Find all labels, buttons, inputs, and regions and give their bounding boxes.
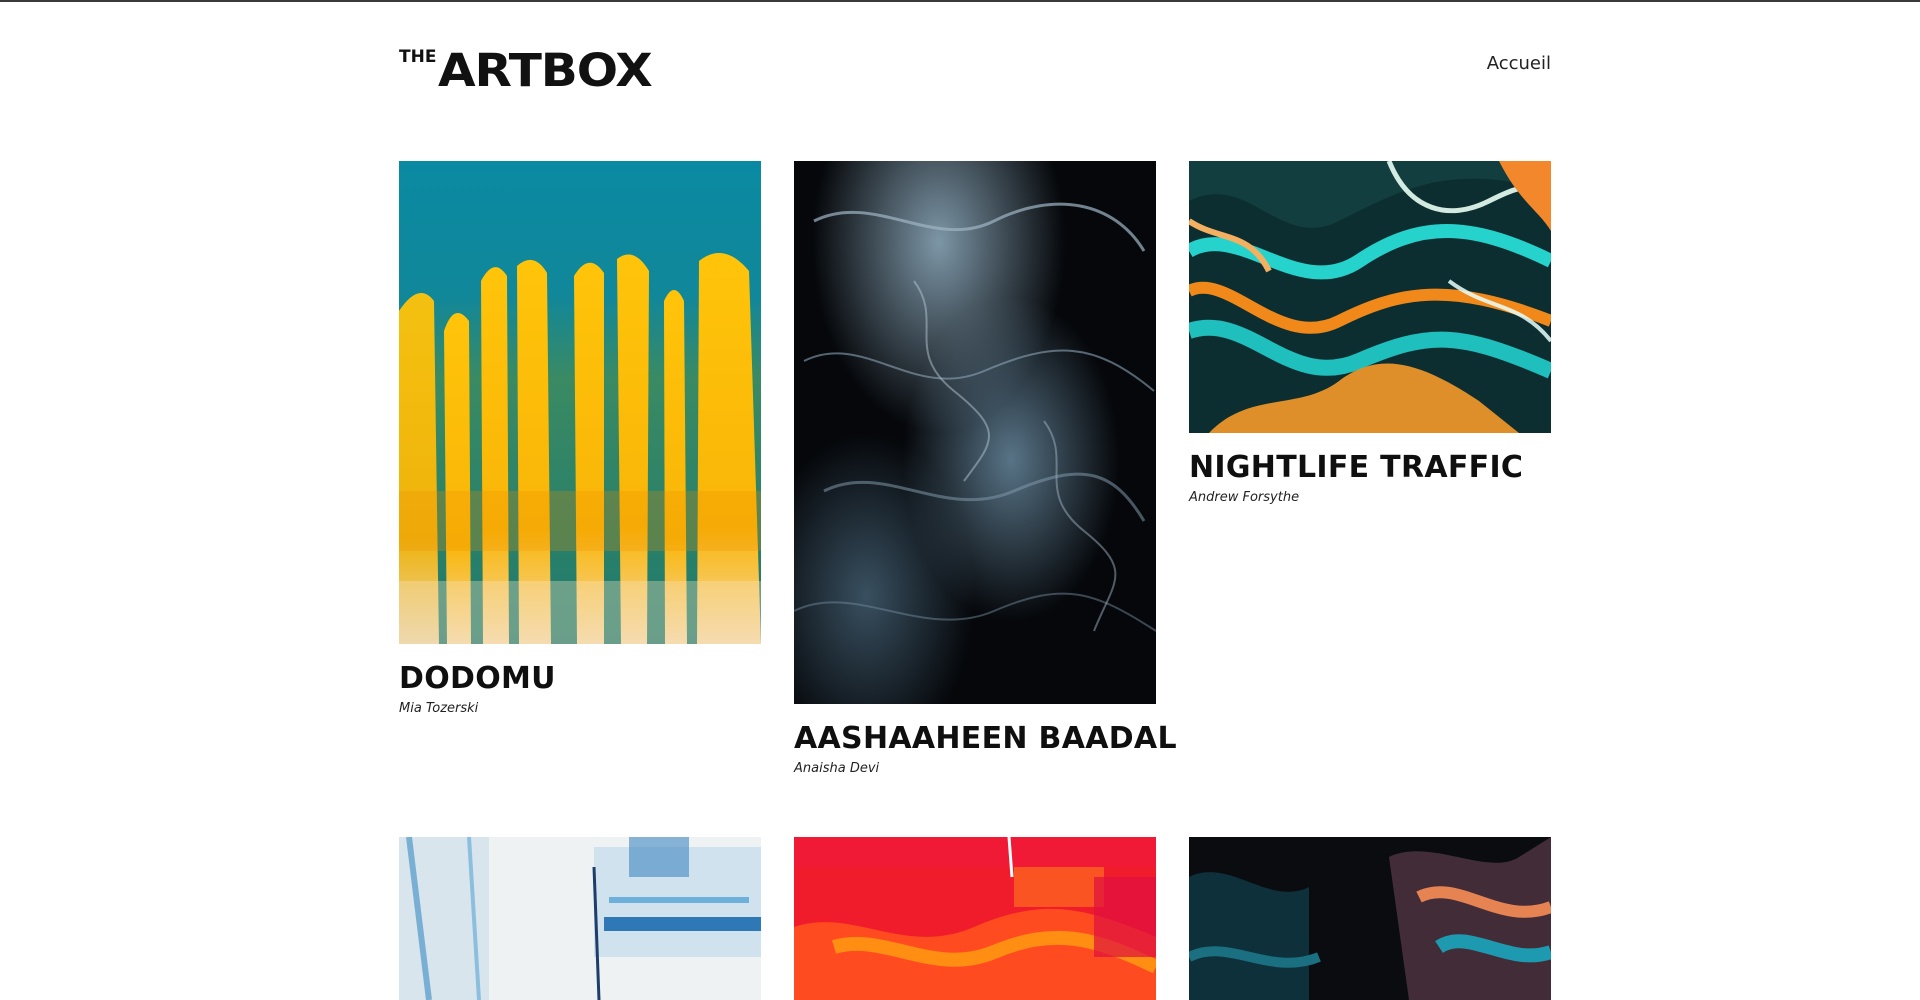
artwork-image-aashaaheen-baadal[interactable] [794, 161, 1156, 704]
artwork-painting [1189, 837, 1551, 1000]
artwork-image[interactable] [794, 837, 1156, 1000]
artwork-image[interactable] [399, 837, 761, 1000]
artwork-grid-row-2 [399, 837, 1551, 1000]
artwork-image-dodomu[interactable] [399, 161, 761, 644]
nav-home-link[interactable]: Accueil [1487, 53, 1551, 74]
logo-prefix: THE [399, 47, 437, 67]
site-header: THE ARTBOX Accueil [399, 45, 1551, 95]
artwork-artist: Andrew Forsythe [1189, 490, 1300, 505]
artwork-card: AASHAAHEEN BAADAL Anaisha Devi [794, 161, 1177, 776]
logo-main: ARTBOX [438, 44, 653, 97]
artwork-painting [794, 161, 1156, 704]
artwork-image[interactable] [1189, 837, 1551, 1000]
artwork-title[interactable]: DODOMU [399, 662, 761, 695]
artwork-image-nightlife-traffic[interactable] [1189, 161, 1551, 433]
artwork-painting [794, 837, 1156, 1000]
artwork-card: DODOMU Mia Tozerski [399, 161, 761, 716]
main-nav: Accueil [1487, 53, 1551, 74]
artwork-painting [399, 161, 761, 644]
artwork-artist: Mia Tozerski [399, 701, 479, 716]
artwork-card: NIGHTLIFE TRAFFIC Andrew Forsythe [1189, 161, 1551, 505]
artwork-painting [1189, 161, 1551, 433]
site-logo[interactable]: THE ARTBOX [399, 45, 653, 93]
artwork-title[interactable]: AASHAAHEEN BAADAL [794, 722, 1177, 755]
page-container: THE ARTBOX Accueil DODOMU Mia Tozerski A… [399, 0, 1551, 1000]
artwork-painting [399, 837, 761, 1000]
artwork-title[interactable]: NIGHTLIFE TRAFFIC [1189, 451, 1551, 484]
artwork-artist: Anaisha Devi [794, 761, 880, 776]
